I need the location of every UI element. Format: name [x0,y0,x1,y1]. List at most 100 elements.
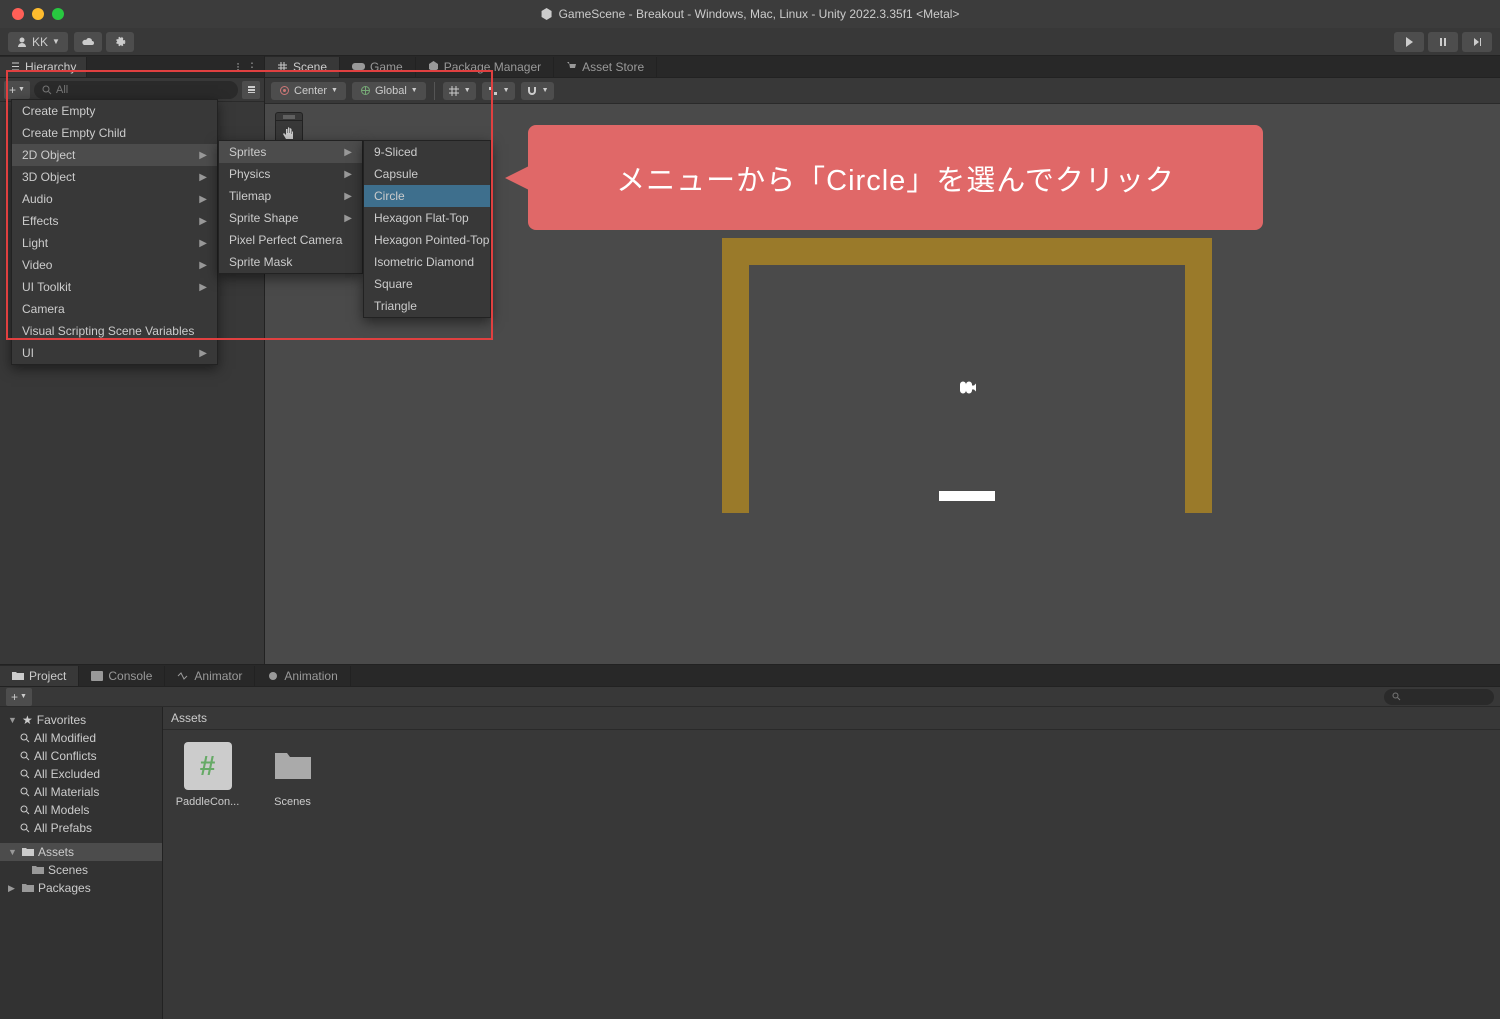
menu-item[interactable]: Camera [12,298,217,320]
menu-item[interactable]: Isometric Diamond [364,251,490,273]
tab-console[interactable]: Console [79,666,165,686]
menu-item-label: 2D Object [22,148,75,162]
grid-visibility-button[interactable]: ▼ [443,82,476,100]
chevron-right-icon: ▶ [199,216,207,227]
tree-packages[interactable]: ▶ Packages [0,879,162,897]
menu-item-label: Create Empty [22,104,95,118]
tree-favorite-item[interactable]: All Conflicts [0,747,162,765]
menu-item-label: Visual Scripting Scene Variables [22,324,194,338]
paddle-sprite[interactable] [939,491,995,501]
play-button[interactable] [1394,32,1424,52]
maximize-window-button[interactable] [52,8,64,20]
menu-item[interactable]: Sprite Mask [219,251,362,273]
handle-rotation-dropdown[interactable]: Global ▼ [352,82,426,100]
plus-icon: + [11,690,18,704]
window-controls [0,8,64,20]
hierarchy-search[interactable]: All [34,81,238,99]
menu-item[interactable]: Hexagon Flat-Top [364,207,490,229]
tree-favorite-item[interactable]: All Materials [0,783,162,801]
settings-button[interactable] [106,32,134,52]
menu-item[interactable]: 2D Object▶ [12,144,217,166]
snap-increment-button[interactable]: ▼ [521,82,554,100]
tree-favorite-item[interactable]: All Models [0,801,162,819]
pivot-mode-dropdown[interactable]: Center ▼ [271,82,346,100]
camera-gizmo[interactable] [956,380,978,399]
menu-item[interactable]: 3D Object▶ [12,166,217,188]
close-window-button[interactable] [12,8,24,20]
menu-item-label: 9-Sliced [374,145,417,159]
drag-handle[interactable] [276,113,302,121]
lock-icon[interactable]: ⁝ [236,60,240,74]
script-icon: # [184,742,232,790]
chevron-right-icon: ▶ [344,147,352,158]
menu-item-label: Effects [22,214,58,228]
tab-asset-store[interactable]: Asset Store [554,57,657,77]
menu-item[interactable]: Sprite Shape▶ [219,207,362,229]
menu-item[interactable]: Visual Scripting Scene Variables [12,320,217,342]
menu-item-label: Sprite Mask [229,255,292,269]
menu-item[interactable]: Circle [364,185,490,207]
chevron-down-icon: ▼ [331,87,338,94]
tree-favorites[interactable]: ▼★ Favorites [0,711,162,729]
titlebar: GameScene - Breakout - Windows, Mac, Lin… [0,0,1500,28]
search-by-type-button[interactable] [242,81,260,99]
menu-item[interactable]: Audio▶ [12,188,217,210]
menu-item[interactable]: Light▶ [12,232,217,254]
create-dropdown[interactable]: + ▼ [4,81,30,99]
tab-scene[interactable]: Scene [265,57,340,77]
menu-item[interactable]: Video▶ [12,254,217,276]
playback-controls [1394,32,1492,52]
tree-favorite-item[interactable]: All Excluded [0,765,162,783]
tab-animation[interactable]: Animation [255,666,350,686]
menu-item[interactable]: Hexagon Pointed-Top [364,229,490,251]
menu-item[interactable]: Triangle [364,295,490,317]
menu-item[interactable]: Physics▶ [219,163,362,185]
menu-item[interactable]: Tilemap▶ [219,185,362,207]
create-menu: Create EmptyCreate Empty Child2D Object▶… [11,99,218,365]
account-button[interactable]: KK ▼ [8,32,68,52]
tab-animator[interactable]: Animator [165,666,255,686]
snap-button[interactable]: ▼ [482,82,515,100]
chevron-right-icon: ▶ [199,172,207,183]
menu-item[interactable]: Create Empty Child [12,122,217,144]
asset-item[interactable]: #PaddleCon... [175,742,240,808]
tab-label: Asset Store [582,60,644,74]
menu-item-label: UI [22,346,34,360]
asset-item[interactable]: Scenes [260,742,325,808]
tree-favorite-item[interactable]: All Modified [0,729,162,747]
menu-item[interactable]: UI▶ [12,342,217,364]
menu-item[interactable]: Effects ▶ [12,210,217,232]
search-icon [20,787,30,797]
tree-scenes[interactable]: Scenes [0,861,162,879]
tab-game[interactable]: Game [340,57,416,77]
cloud-button[interactable] [74,32,102,52]
menu-item[interactable]: UI Toolkit▶ [12,276,217,298]
tree-assets[interactable]: ▼ Assets [0,843,162,861]
hierarchy-tab[interactable]: Hierarchy [0,57,87,77]
menu-item[interactable]: Sprites ▶ [219,141,362,163]
tree-favorite-item[interactable]: All Prefabs [0,819,162,837]
tab-package-manager[interactable]: Package Manager [416,57,554,77]
menu-item-label: Pixel Perfect Camera [229,233,342,247]
project-create-dropdown[interactable]: + ▼ [6,688,32,706]
menu-item[interactable]: 9-Sliced [364,141,490,163]
console-icon [91,671,103,681]
search-icon [1392,692,1401,701]
pause-button[interactable] [1428,32,1458,52]
asset-breadcrumb[interactable]: Assets [163,707,1500,730]
tab-project[interactable]: Project [0,666,79,686]
menu-item[interactable]: Create Empty [12,100,217,122]
menu-item[interactable]: Pixel Perfect Camera [219,229,362,251]
minimize-window-button[interactable] [32,8,44,20]
menu-item[interactable]: Square [364,273,490,295]
game-frame [722,238,1212,513]
grid-icon [277,61,288,72]
chevron-right-icon: ▶ [199,194,207,205]
step-button[interactable] [1462,32,1492,52]
callout-text: メニューから「Circle」を選んでクリック [616,157,1175,199]
project-search[interactable] [1384,689,1494,705]
hierarchy-icon [10,61,21,72]
menu-item-label: Sprites [229,145,266,159]
menu-item[interactable]: Capsule [364,163,490,185]
menu-icon[interactable]: ⋮ [246,60,258,74]
